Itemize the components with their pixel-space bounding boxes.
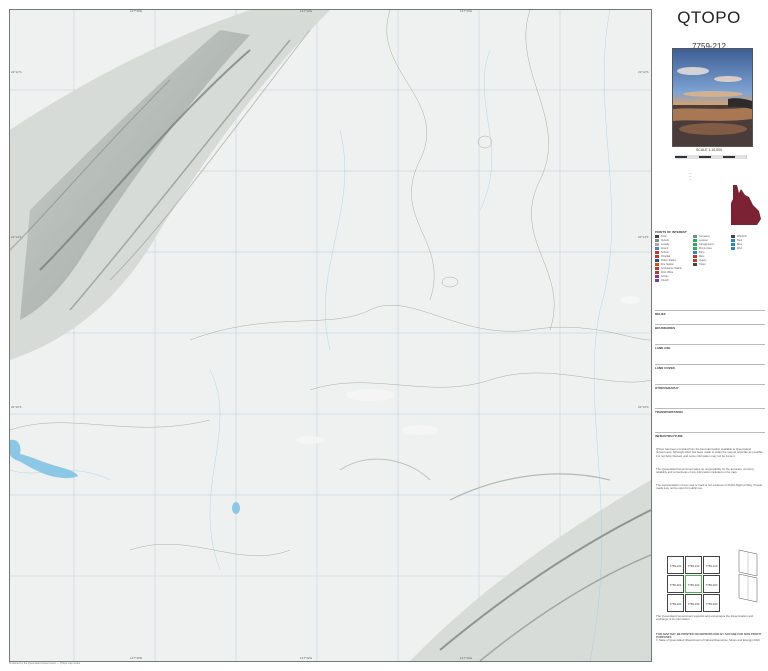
coord-left-2: 22°14'S (11, 235, 22, 239)
map-info-panel: QTOPO 7759-212 SCALE 1:10,000 — — — POIN… (653, 6, 765, 658)
folded-map-icon (738, 549, 758, 603)
support-paragraph: The Queensland Government supports and e… (656, 614, 754, 622)
index-cell: 7759-221 (667, 575, 684, 593)
topographic-map (10, 10, 651, 661)
scale-bar (675, 155, 747, 159)
legend-heading-transportation: TRANSPORTATION (655, 410, 683, 414)
index-cell: 7759-231 (667, 594, 684, 612)
index-cell: 7759-213 (703, 556, 720, 574)
scale-text: SCALE 1:10,000 (695, 148, 723, 152)
projection-note: — — — (688, 172, 692, 181)
coord-top-1: 147°30'E (130, 9, 143, 13)
queensland-locator-map (731, 185, 761, 225)
cover-photo (672, 48, 753, 147)
legend-heading-hydrography: HYDROGRAPHY (655, 386, 679, 390)
legend-heading-land-cover: LAND COVER (655, 366, 675, 370)
index-cell: 7759-233 (703, 594, 720, 612)
map-frame[interactable]: 147°30'E 147°32'E 147°34'E 147°30'E 147°… (9, 9, 652, 662)
legend-heading-boundaries: BOUNDARIES (655, 326, 676, 330)
index-cell: 7759-212 (685, 556, 702, 574)
footer-text: Produced by the Queensland Government — … (9, 662, 81, 665)
coord-bottom-3: 147°34'E (460, 656, 473, 660)
adjoining-maps-index: 7759-211 7759-212 7759-213 7759-221 7759… (667, 556, 721, 614)
coord-top-3: 147°34'E (460, 9, 473, 13)
coord-top-2: 147°32'E (300, 9, 313, 13)
coord-right-1: 22°12'S (638, 70, 649, 74)
coord-right-2: 22°14'S (638, 235, 649, 239)
copyright-text: © State of Queensland (Department of Nat… (656, 638, 760, 642)
disclaimer-paragraph-2: The Queensland Government takes no respo… (656, 467, 755, 475)
legend-heading-relief: RELIEF (655, 312, 666, 316)
coord-bottom-1: 147°30'E (130, 656, 143, 660)
index-cell: 7759-211 (667, 556, 684, 574)
coord-left-3: 22°16'S (11, 405, 22, 409)
map-legend: POINTS OF INTEREST Town Suburb Locality … (655, 230, 765, 440)
index-cell: 7759-232 (685, 594, 702, 612)
map-sheet: 147°30'E 147°32'E 147°34'E 147°30'E 147°… (0, 0, 768, 671)
legend-heading-land-use: LAND USE (655, 346, 671, 350)
map-title: QTOPO (677, 8, 741, 27)
coord-bottom-2: 147°32'E (300, 656, 313, 660)
disclaimer-paragraph-3: The representation of any road or track … (656, 483, 763, 491)
beach-sunset-image (673, 49, 752, 146)
legend-heading-infrastructure: INFRASTRUCTURE (655, 434, 683, 438)
disclaimer-paragraph-1: QTopo has been compiled from the best in… (656, 447, 764, 458)
legend-heading-poi: POINTS OF INTEREST (655, 230, 687, 234)
index-cell: 7759-223 (703, 575, 720, 593)
coord-left-1: 22°12'S (11, 70, 22, 74)
coord-right-3: 22°16'S (638, 405, 649, 409)
index-cell-current: 7759-222 (685, 575, 702, 593)
